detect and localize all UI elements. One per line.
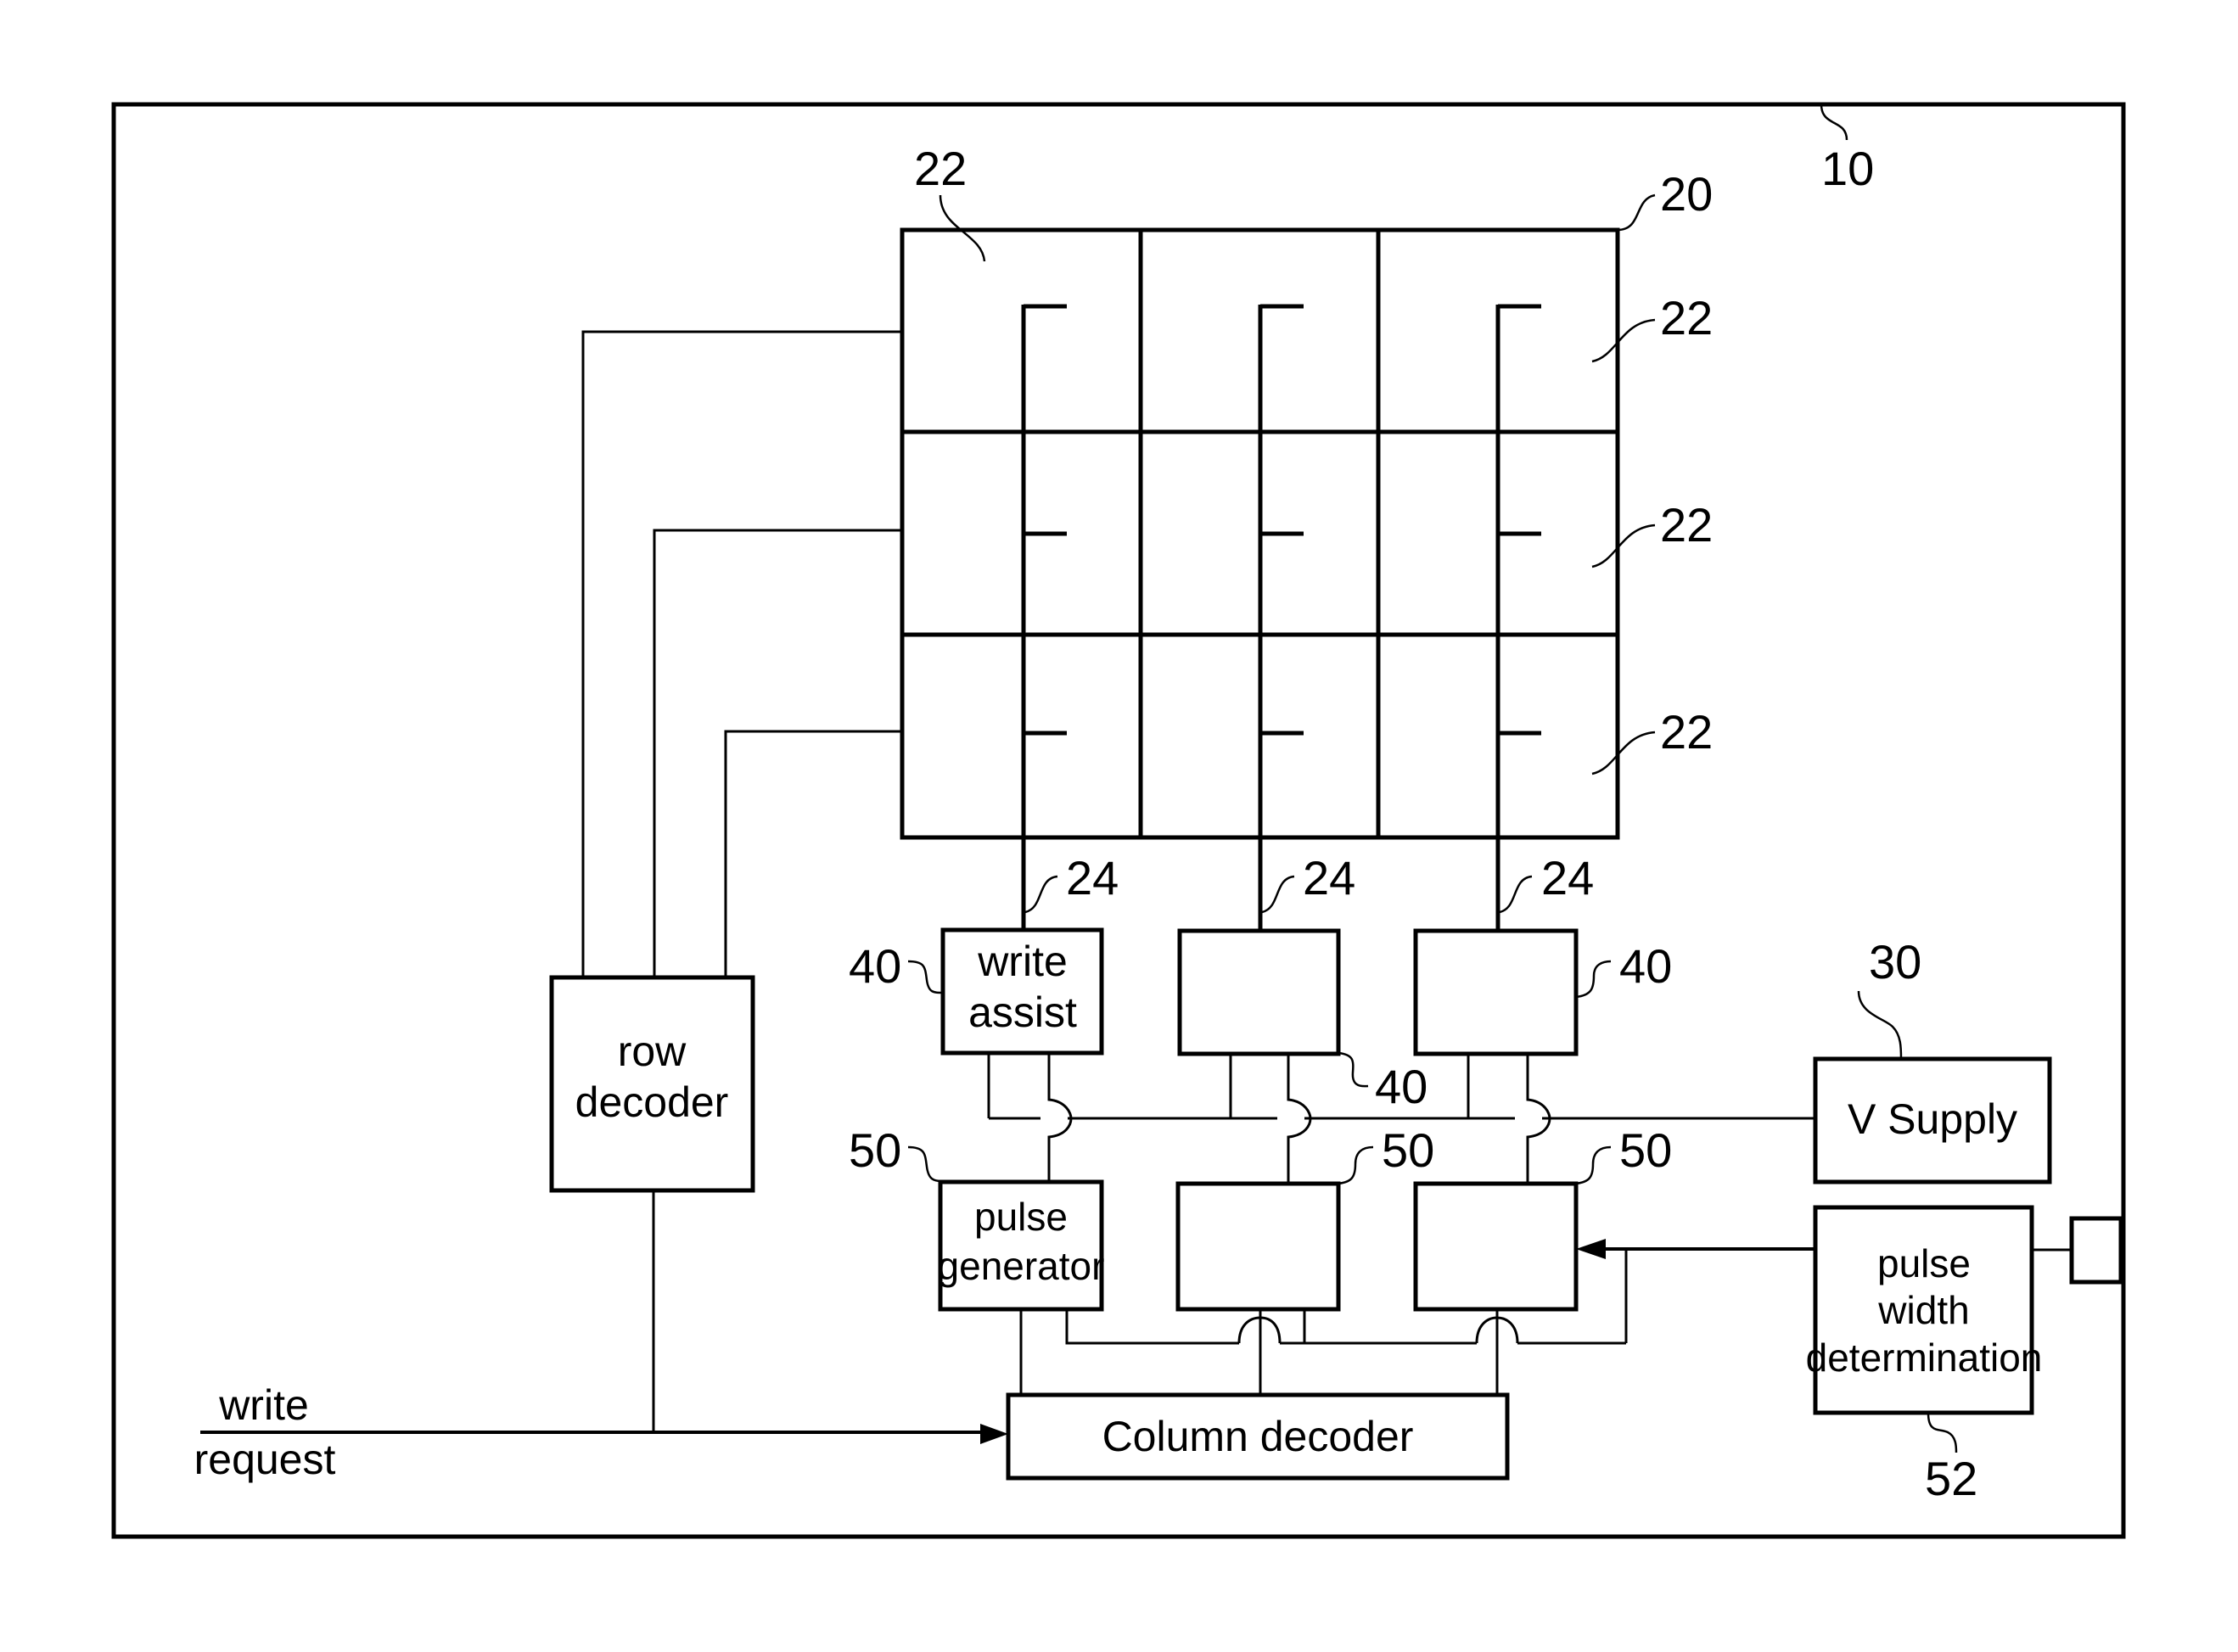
column-decoder-label: Column decoder — [1102, 1413, 1414, 1460]
ref-pulse-generator-1: 50 — [849, 1123, 901, 1177]
ref-bitline-1: 24 — [1066, 851, 1119, 904]
row-decoder-wiring — [581, 330, 902, 1432]
row-decoder-label-2: decoder — [575, 1078, 729, 1126]
arrow-icon — [1576, 1239, 1606, 1259]
ref-cell-row2: 22 — [1660, 498, 1713, 552]
ref-bitline-3: 24 — [1541, 851, 1594, 904]
cell-row3-leader — [1591, 731, 1656, 776]
ref-cell-top: 22 — [914, 142, 967, 195]
write-assist-block-1: write assist — [940, 927, 1104, 1056]
pwd-label-3: determination — [1806, 1336, 2043, 1380]
write-request-label-1: write — [218, 1381, 309, 1429]
pulse-generator-label-1: pulse — [974, 1195, 1068, 1239]
bitline-2-leader — [1261, 875, 1295, 914]
pulse-width-determination-block: pulse width determination — [1806, 1205, 2043, 1415]
pulse-generator-label-2: generator — [938, 1244, 1105, 1288]
wa3-leader — [1575, 960, 1612, 999]
wa1-leader — [907, 960, 944, 994]
pulse-bus — [1065, 1309, 1626, 1345]
pg3-leader — [1575, 1145, 1612, 1185]
pwd-label-2: width — [1877, 1288, 1969, 1332]
row-decoder-block: row decoder — [549, 975, 755, 1193]
pg1-leader — [907, 1145, 943, 1183]
ref-cell-row3: 22 — [1660, 705, 1713, 759]
ref-array: 20 — [1660, 167, 1713, 221]
ref-pulse-generator-3: 50 — [1619, 1123, 1672, 1177]
ref-write-assist-2: 40 — [1375, 1060, 1427, 1113]
pwd-output-wiring — [1576, 1239, 1817, 1343]
cell-row1-leader — [1591, 318, 1656, 363]
pwd-label-1: pulse — [1877, 1241, 1971, 1285]
v-supply-leader — [1857, 990, 1903, 1060]
memory-array — [900, 227, 1620, 930]
row-decoder-label-1: row — [618, 1028, 687, 1075]
device-leader — [1820, 104, 1848, 141]
cell-stubs — [1024, 304, 1541, 736]
memory-device-diagram: 10 22 20 22 22 22 24 24 24 row decoder w… — [111, 102, 2126, 1539]
write-assist-label-1: write — [977, 938, 1068, 985]
ref-cell-row1: 22 — [1660, 291, 1713, 344]
write-assist-block-2 — [1177, 928, 1341, 1056]
external-connector — [2069, 1216, 2123, 1285]
cell-row2-leader — [1591, 524, 1656, 568]
wa2-leader — [1338, 1051, 1369, 1088]
bitline-3-leader — [1499, 875, 1533, 914]
column-decoder-block: Column decoder — [1006, 1392, 1510, 1481]
arrow-icon — [980, 1424, 1008, 1444]
v-supply-block: V Supply — [1813, 1056, 2052, 1184]
pg2-leader — [1338, 1145, 1374, 1185]
array-leader — [1617, 193, 1656, 232]
ref-write-assist-3: 40 — [1619, 939, 1672, 993]
ref-pulse-width-determination: 52 — [1925, 1452, 1977, 1505]
v-supply-label: V Supply — [1848, 1095, 2017, 1143]
pwd-leader — [1927, 1412, 1958, 1453]
ref-write-assist-1: 40 — [849, 939, 901, 993]
bitline-1-leader — [1024, 875, 1058, 914]
ref-device: 10 — [1821, 142, 1874, 195]
write-assist-label-2: assist — [968, 988, 1077, 1036]
pulse-generator-block-2 — [1175, 1181, 1341, 1312]
ref-bitline-2: 24 — [1303, 851, 1355, 904]
ref-v-supply: 30 — [1869, 935, 1921, 988]
pulse-generator-block-1: pulse generator — [938, 1179, 1105, 1312]
ref-pulse-generator-2: 50 — [1382, 1123, 1434, 1177]
pulse-generator-block-3 — [1413, 1181, 1579, 1312]
pg-to-column-decoder — [1019, 1309, 1499, 1395]
write-assist-block-3 — [1413, 928, 1579, 1056]
write-request-label-2: request — [194, 1436, 336, 1483]
write-request-signal: write request — [194, 1381, 1008, 1483]
